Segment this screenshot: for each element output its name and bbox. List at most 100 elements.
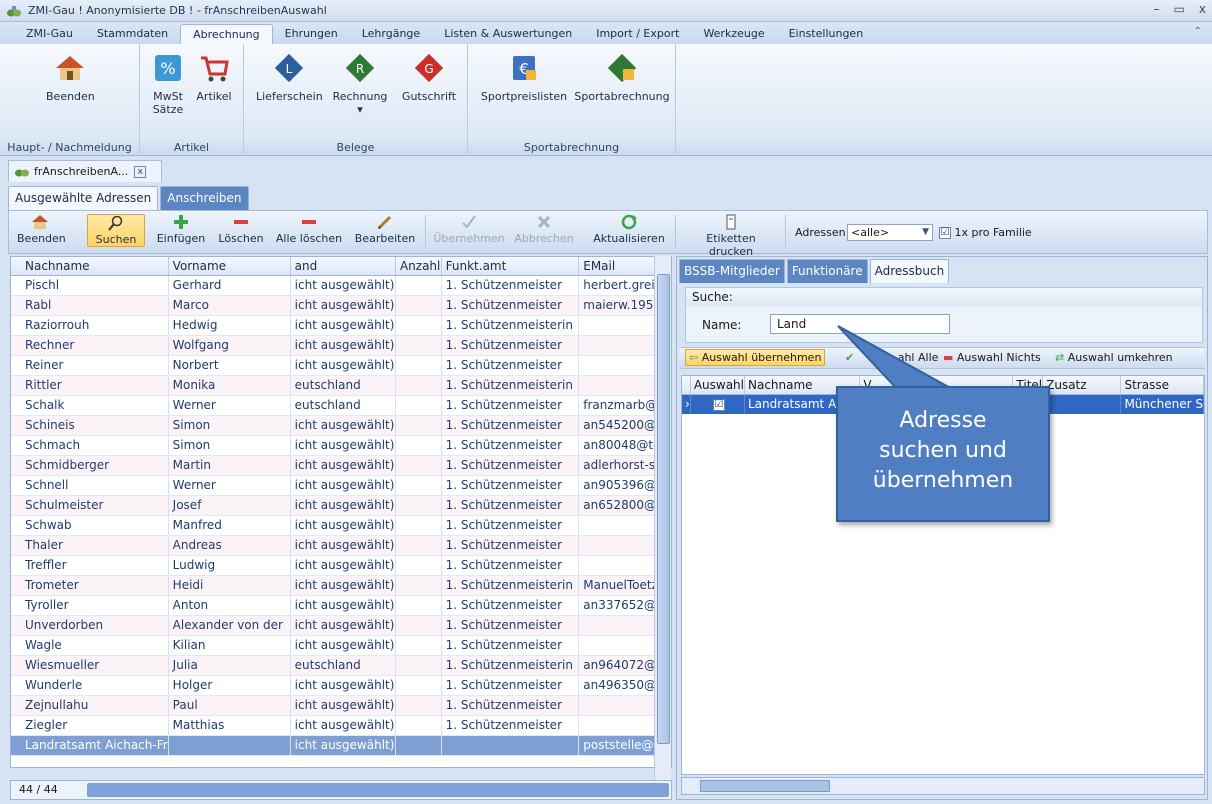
- table-row[interactable]: Schmidberger Martin icht ausgewählt) 1. Sch…: [11, 455, 671, 476]
- cell-anzahl: [395, 515, 442, 536]
- beenden-button[interactable]: Beenden: [17, 214, 66, 245]
- table-row[interactable]: Thaler Andreas icht ausgewählt) 1. Schützen…: [11, 535, 671, 556]
- table-row[interactable]: Schineis Simon icht ausgewählt) 1. Schützen…: [11, 415, 671, 436]
- artikel-button[interactable]: Artikel: [194, 52, 234, 103]
- tab-bssb-mitglieder[interactable]: BSSB-Mitglieder: [679, 259, 785, 283]
- tab-anschreiben[interactable]: Anschreiben: [160, 186, 249, 210]
- table-row[interactable]: Schmach Simon icht ausgewählt) 1. Schützenm…: [11, 435, 671, 456]
- table-row[interactable]: Pischl Gerhard icht ausgewählt) 1. Schützen…: [11, 275, 671, 296]
- scroll-thumb[interactable]: [700, 780, 830, 792]
- table-row[interactable]: Raziorrouh Hedwig icht ausgewählt) 1. Schüt…: [11, 315, 671, 336]
- house-icon: [56, 56, 84, 80]
- cell-land: eutschland: [290, 395, 396, 416]
- auswahl-uebernehmen-button[interactable]: ⇦ Auswahl übernehmen: [685, 349, 826, 366]
- column-header-nachname[interactable]: Nachname: [11, 257, 169, 276]
- cell-land: icht ausgewählt): [290, 275, 396, 296]
- table-row[interactable]: Rechner Wolfgang icht ausgewählt) 1. Schütz…: [11, 335, 671, 356]
- close-icon[interactable]: x: [134, 165, 147, 178]
- bearbeiten-button[interactable]: Bearbeiten: [351, 214, 419, 245]
- app-icon: [7, 5, 21, 16]
- cell-nachname: Schwab: [11, 515, 169, 536]
- table-row[interactable]: Trometer Heidi icht ausgewählt) 1. Schützen…: [11, 575, 671, 596]
- einfuegen-button[interactable]: Einfügen: [153, 214, 209, 245]
- scroll-thumb[interactable]: [657, 274, 670, 744]
- beenden-ribbon-button[interactable]: Beenden: [46, 52, 95, 103]
- ribbon-collapse-icon[interactable]: ⌃: [1194, 26, 1202, 37]
- column-header-land[interactable]: and: [290, 257, 396, 276]
- aktualisieren-button[interactable]: Aktualisieren: [587, 214, 671, 245]
- hint-callout: Adresse suchen und übernehmen: [836, 386, 1050, 522]
- swap-icon: ⇄: [1055, 351, 1065, 364]
- table-row[interactable]: Reiner Norbert icht ausgewählt) 1. Schützen…: [11, 355, 671, 376]
- maximize-button[interactable]: ▭: [1174, 2, 1185, 16]
- tab-ausgewaehlte-adressen[interactable]: Ausgewählte Adressen: [8, 186, 159, 210]
- uebernehmen-button[interactable]: Übernehmen: [433, 214, 505, 245]
- ribbon-tab-import-export[interactable]: Import / Export: [584, 24, 691, 44]
- gutschrift-button[interactable]: G Gutschrift: [398, 52, 460, 103]
- table-row[interactable]: Treffler Ludwig icht ausgewählt) 1. Schütze…: [11, 555, 671, 576]
- table-row[interactable]: Wiesmueller Julia eutschland 1. Schützenmei…: [11, 655, 671, 676]
- table-row[interactable]: Ziegler Matthias icht ausgewählt) 1. Schütz…: [11, 715, 671, 736]
- close-button[interactable]: x: [1199, 2, 1206, 16]
- minimize-button[interactable]: –: [1154, 2, 1160, 16]
- family-option[interactable]: ☑ 1x pro Familie: [939, 226, 1032, 239]
- cell-funktionsamt: 1. Schützenmeister: [441, 455, 580, 476]
- table-row[interactable]: Wunderle Holger icht ausgewählt) 1. Schütze…: [11, 675, 671, 696]
- table-row[interactable]: Schwab Manfred icht ausgewählt) 1. Schützen…: [11, 515, 671, 536]
- cell-anzahl: [395, 495, 442, 516]
- column-header-strasse[interactable]: Strasse: [1120, 376, 1204, 395]
- auswahl-umkehren-button[interactable]: ⇄ Auswahl umkehren: [1055, 351, 1173, 364]
- loeschen-button[interactable]: Löschen: [213, 214, 269, 245]
- ribbon-tab-lehrgaenge[interactable]: Lehrgänge: [350, 24, 432, 44]
- column-header-anzahl[interactable]: Anzahl: [395, 257, 442, 276]
- cell-land: icht ausgewählt): [290, 515, 396, 536]
- ribbon-tab-ehrungen[interactable]: Ehrungen: [273, 24, 350, 44]
- ribbon-tab-zmi-gau[interactable]: ZMI-Gau: [14, 24, 85, 44]
- table-row[interactable]: Zejnullahu Paul icht ausgewählt) 1. Schütze…: [11, 695, 671, 716]
- column-header-funktionsamt[interactable]: Funkt.amt: [441, 257, 580, 276]
- grid-vertical-scrollbar[interactable]: [654, 256, 671, 782]
- suchen-button[interactable]: Suchen: [87, 214, 145, 247]
- cell-vorname: Wolfgang: [168, 335, 291, 356]
- tab-funktionaere[interactable]: Funktionäre: [786, 259, 868, 283]
- column-header-zusatz[interactable]: Zusatz: [1042, 376, 1122, 395]
- tab-adressbuch[interactable]: Adressbuch: [869, 259, 950, 283]
- sportpreislisten-button[interactable]: € Sportpreislisten: [476, 52, 572, 103]
- table-row[interactable]: Rabl Marco icht ausgewählt) 1. Schützenmeis…: [11, 295, 671, 316]
- ribbon-tab-abrechnung[interactable]: Abrechnung: [180, 24, 273, 44]
- alle-loeschen-button[interactable]: Alle löschen: [273, 214, 345, 245]
- cell-nachname: Schalk: [11, 395, 169, 416]
- abbrechen-button[interactable]: Abbrechen: [511, 214, 577, 245]
- adressen-select[interactable]: <alle> ▼: [847, 224, 933, 241]
- cell-land: icht ausgewählt): [290, 335, 396, 356]
- grid-horizontal-scrollbar[interactable]: [87, 783, 669, 797]
- table-row[interactable]: Wagle Kilian icht ausgewählt) 1. Schützenme…: [11, 635, 671, 656]
- euro-book-icon: €: [513, 56, 536, 80]
- row-select-checkbox[interactable]: ☑: [712, 398, 725, 411]
- table-row[interactable]: Unverdorben Alexander von der icht ausgewä…: [11, 615, 671, 636]
- table-row[interactable]: Tyroller Anton icht ausgewählt) 1. Schützen…: [11, 595, 671, 616]
- cell-nachname: Zejnullahu: [11, 695, 169, 716]
- table-row[interactable]: Schnell Werner icht ausgewählt) 1. Schützen…: [11, 475, 671, 496]
- column-header-vorname[interactable]: Vorname: [168, 257, 291, 276]
- ribbon-tab-stammdaten[interactable]: Stammdaten: [85, 24, 180, 44]
- etiketten-drucken-button[interactable]: Etiketten drucken: [683, 214, 779, 258]
- table-row[interactable]: Landratsamt Aichach-Fr icht ausgewählt) po…: [11, 735, 671, 756]
- cell-vorname: Ludwig: [168, 555, 291, 576]
- table-row[interactable]: Rittler Monika eutschland 1. Schützenmeiste…: [11, 375, 671, 396]
- lieferschein-button[interactable]: L Lieferschein: [256, 52, 323, 103]
- column-header-auswahl[interactable]: Auswahl: [690, 376, 746, 395]
- auswahl-nichts-button[interactable]: ▬ Auswahl Nichts: [943, 351, 1041, 364]
- document-tab[interactable]: frAnschreibenA... x: [8, 160, 162, 182]
- table-row[interactable]: Schulmeister Josef icht ausgewählt) 1. Schü…: [11, 495, 671, 516]
- table-row[interactable]: Schalk Werner eutschland 1. Schützenmeister…: [11, 395, 671, 416]
- mwst-saetze-button[interactable]: % MwSt Sätze: [148, 52, 188, 116]
- ribbon-tab-werkzeuge[interactable]: Werkzeuge: [691, 24, 776, 44]
- rechnung-button[interactable]: R Rechnung ▾: [330, 52, 390, 116]
- family-checkbox[interactable]: ☑: [939, 227, 951, 239]
- ribbon-tab-einstellungen[interactable]: Einstellungen: [777, 24, 876, 44]
- cell-vorname: Josef: [168, 495, 291, 516]
- adressbuch-horizontal-scrollbar[interactable]: [681, 777, 1205, 795]
- ribbon-tab-listen[interactable]: Listen & Auswertungen: [432, 24, 584, 44]
- sportabrechnung-button[interactable]: Sportabrechnung: [572, 52, 672, 103]
